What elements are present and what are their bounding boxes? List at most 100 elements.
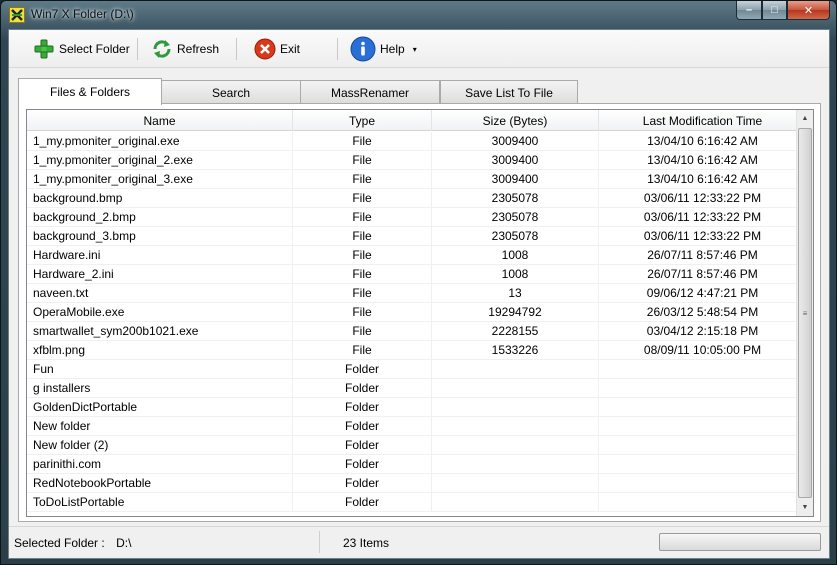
table-row[interactable]: g installers Folder [27, 379, 807, 398]
cell-size: 1008 [432, 265, 599, 284]
exit-label: Exit [280, 42, 301, 56]
toolbar-separator [337, 38, 338, 60]
cell-name: OperaMobile.exe [27, 303, 293, 322]
cell-name: smartwallet_sym200b1021.exe [27, 322, 293, 341]
toolbar-separator [137, 38, 138, 60]
cell-name: New folder (2) [27, 436, 293, 455]
cell-modified [599, 417, 807, 436]
table-row[interactable]: background_2.bmp File 2305078 03/06/11 12:3… [27, 208, 807, 227]
scroll-thumb[interactable]: ≡ [798, 128, 812, 498]
select-folder-button[interactable]: Select Folder [33, 35, 130, 63]
green-plus-icon [33, 38, 55, 60]
table-row[interactable]: New folder Folder [27, 417, 807, 436]
cell-size: 3009400 [432, 170, 599, 189]
vertical-scrollbar[interactable]: ▲ ≡ ▼ [796, 110, 813, 516]
cell-name: naveen.txt [27, 284, 293, 303]
cell-type: File [293, 170, 432, 189]
scroll-down-icon[interactable]: ▼ [797, 499, 813, 516]
table-row[interactable]: Hardware_2.ini File 1008 26/07/11 8:57:46 P… [27, 265, 807, 284]
scroll-up-icon[interactable]: ▲ [797, 110, 813, 127]
chevron-down-icon[interactable]: ▾ [413, 45, 417, 54]
table-row[interactable]: OperaMobile.exe File 19294792 26/03/12 5:48… [27, 303, 807, 322]
cell-modified: 26/07/11 8:57:46 PM [599, 265, 807, 284]
cell-type: File [293, 246, 432, 265]
refresh-label: Refresh [177, 42, 220, 56]
status-separator [319, 531, 320, 553]
cell-name: background.bmp [27, 189, 293, 208]
table-row[interactable]: xfblm.png File 1533226 08/09/11 10:05:00 PM [27, 341, 807, 360]
table-row[interactable]: Hardware.ini File 1008 26/07/11 8:57:46 PM [27, 246, 807, 265]
table-row[interactable]: background_3.bmp File 2305078 03/06/11 12:3… [27, 227, 807, 246]
tab-label: MassRenamer [330, 85, 410, 100]
cell-size: 2305078 [432, 189, 599, 208]
table-row[interactable]: GoldenDictPortable Folder [27, 398, 807, 417]
column-header-name[interactable]: Name [27, 110, 293, 131]
close-button[interactable]: ✕ [787, 1, 830, 20]
cell-type: File [293, 284, 432, 303]
item-count: 23 Items [343, 536, 390, 550]
cell-type: File [293, 227, 432, 246]
maximize-button[interactable]: □ [762, 1, 787, 20]
table-row[interactable]: background.bmp File 2305078 03/06/11 12:33:… [27, 189, 807, 208]
toolbar-separator [236, 38, 237, 60]
exit-button[interactable]: Exit [254, 35, 300, 63]
tab-search[interactable]: Search [161, 80, 301, 104]
cell-size: 1533226 [432, 341, 599, 360]
table-row[interactable]: 1_my.pmoniter_original.exe File 3009400 13/… [27, 132, 807, 151]
column-header-size[interactable]: Size (Bytes) [432, 110, 599, 131]
refresh-button[interactable]: Refresh [151, 35, 219, 63]
help-button[interactable]: Help ▾ [350, 35, 417, 63]
title-bar[interactable]: Win7 X Folder (D:\) – □ ✕ [1, 1, 836, 29]
table-row[interactable]: Fun Folder [27, 360, 807, 379]
tab-files-folders[interactable]: Files & Folders [18, 78, 162, 105]
maximize-icon: □ [771, 4, 778, 16]
table-row[interactable]: 1_my.pmoniter_original_2.exe File 3009400 1… [27, 151, 807, 170]
table-row[interactable]: naveen.txt File 13 09/06/12 4:47:21 PM [27, 284, 807, 303]
cell-size: 2305078 [432, 208, 599, 227]
cell-modified: 13/04/10 6:16:42 AM [599, 170, 807, 189]
cell-size [432, 493, 599, 512]
table-row[interactable]: smartwallet_sym200b1021.exe File 2228155 03… [27, 322, 807, 341]
selected-folder-label: Selected Folder : [14, 536, 105, 550]
cell-name: 1_my.pmoniter_original_2.exe [27, 151, 293, 170]
table-row[interactable]: RedNotebookPortable Folder [27, 474, 807, 493]
minimize-icon: – [745, 4, 753, 16]
cell-type: Folder [293, 360, 432, 379]
cell-name: ToDoListPortable [27, 493, 293, 512]
column-header-type[interactable]: Type [293, 110, 432, 131]
cell-name: g installers [27, 379, 293, 398]
tab-label: Files & Folders [49, 85, 131, 99]
table-row[interactable]: New folder (2) Folder [27, 436, 807, 455]
cell-name: parinithi.com [27, 455, 293, 474]
selected-folder-status: Selected Folder : D:\ [14, 536, 131, 550]
table-row[interactable]: parinithi.com Folder [27, 455, 807, 474]
cell-type: Folder [293, 455, 432, 474]
app-icon[interactable] [9, 7, 25, 23]
tab-save-list[interactable]: Save List To File [440, 80, 578, 104]
minimize-button[interactable]: – [736, 1, 762, 20]
table-row[interactable]: ToDoListPortable Folder [27, 493, 807, 512]
selected-folder-value: D:\ [116, 536, 132, 550]
cell-name: background_2.bmp [27, 208, 293, 227]
cell-size: 1008 [432, 246, 599, 265]
cell-size: 19294792 [432, 303, 599, 322]
grip-icon: ≡ [802, 308, 808, 318]
cell-modified: 13/04/10 6:16:42 AM [599, 151, 807, 170]
cell-modified: 26/07/11 8:57:46 PM [599, 246, 807, 265]
cell-size: 3009400 [432, 151, 599, 170]
table-row[interactable]: 1_my.pmoniter_original_3.exe File 3009400 1… [27, 170, 807, 189]
client-area: Select Folder Refresh Exit Help ▾ Files … [8, 29, 830, 559]
tab-massrenamer[interactable]: MassRenamer [300, 80, 440, 104]
cell-size [432, 417, 599, 436]
files-folders-panel: Name Type Size (Bytes) Last Modification… [18, 103, 821, 522]
info-icon [350, 36, 376, 62]
cell-size [432, 360, 599, 379]
cell-modified: 03/06/11 12:33:22 PM [599, 189, 807, 208]
cell-size [432, 379, 599, 398]
column-header-modified[interactable]: Last Modification Time [599, 110, 807, 131]
window-title: Win7 X Folder (D:\) [31, 7, 134, 21]
cell-modified: 26/03/12 5:48:54 PM [599, 303, 807, 322]
cell-size: 3009400 [432, 132, 599, 151]
file-list[interactable]: Name Type Size (Bytes) Last Modification… [26, 109, 814, 517]
exit-icon [254, 38, 276, 60]
